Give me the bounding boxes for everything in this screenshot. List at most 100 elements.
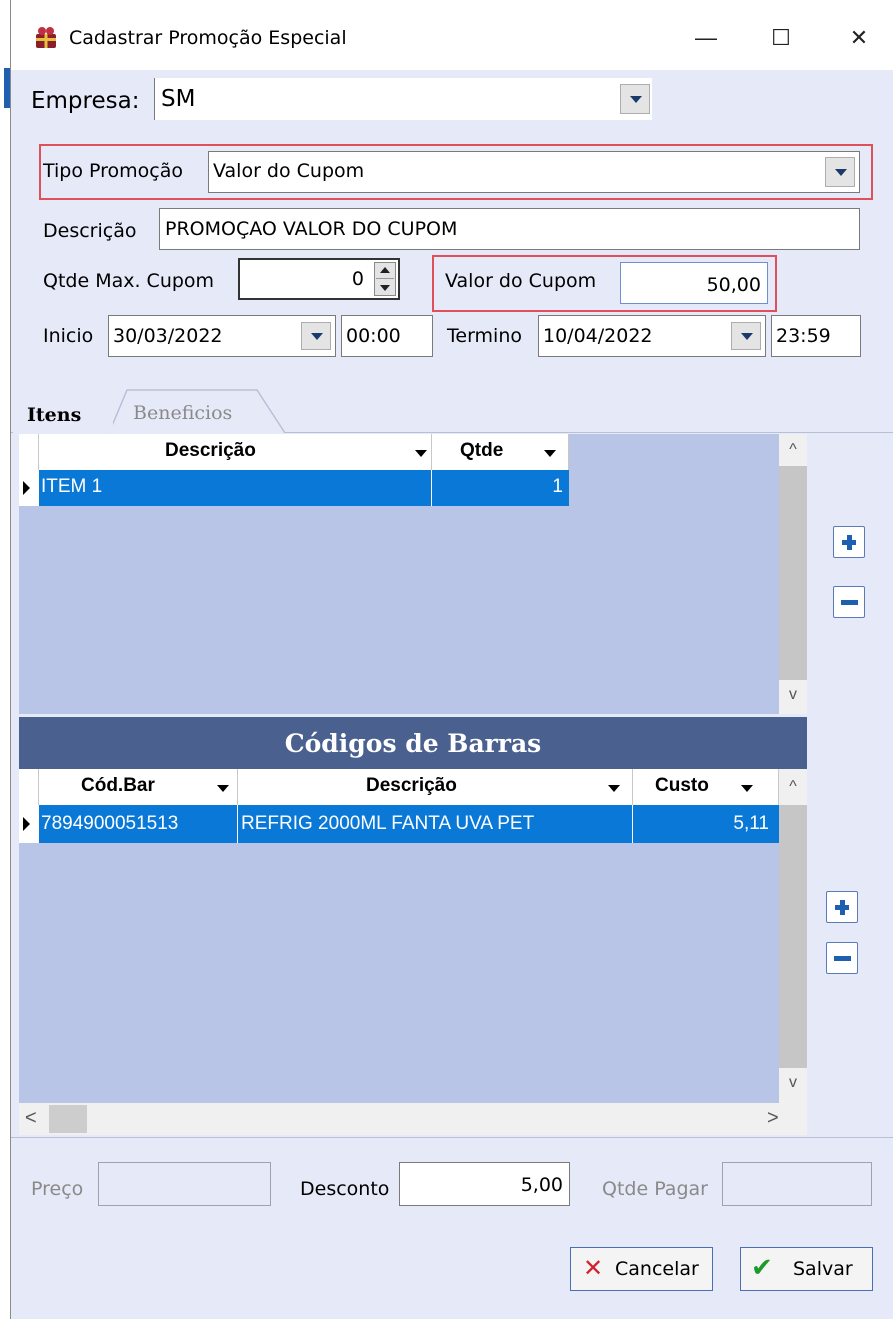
desconto-input[interactable]: 5,00	[399, 1162, 570, 1206]
footer-divider	[11, 1137, 893, 1138]
table-row[interactable]: ITEM 1 1	[39, 470, 569, 506]
current-row-icon	[23, 817, 30, 831]
tab-beneficios-label: Beneficios	[133, 402, 233, 424]
plus-icon-vertical	[846, 535, 852, 550]
spin-up-icon[interactable]	[380, 267, 390, 273]
tipo-dropdown-icon[interactable]	[825, 157, 855, 187]
scroll-left-icon[interactable]: <	[25, 1107, 37, 1130]
barcodes-header-indicator	[19, 769, 39, 805]
chevron-down-icon[interactable]	[415, 450, 427, 457]
save-button[interactable]: ✔ Salvar	[740, 1247, 873, 1291]
valor-value: 50,00	[706, 274, 761, 296]
background-window-edge	[0, 0, 10, 1319]
valor-input[interactable]: 50,00	[620, 262, 768, 304]
barcodes-scroll-down-icon[interactable]: v	[779, 1068, 807, 1103]
descricao-value: PROMOÇAO VALOR DO CUPOM	[165, 218, 458, 240]
spin-down-icon[interactable]	[380, 285, 390, 291]
barcodes-col-codbar-label: Cód.Bar	[81, 775, 155, 796]
barcodes-col-custo[interactable]: Custo	[633, 769, 779, 805]
title-bar: Cadastrar Promoção Especial — ☐ ✕	[11, 0, 893, 70]
qtde-max-value: 0	[351, 268, 364, 290]
barcodes-row-indicator	[19, 805, 39, 843]
termino-time-input[interactable]: 23:59	[771, 315, 861, 357]
barcodes-cell-custo: 5,11	[733, 813, 769, 834]
scroll-right-icon[interactable]: >	[767, 1107, 779, 1130]
barcodes-cell-descricao: REFRIG 2000ML FANTA UVA PET	[241, 813, 535, 834]
barcodes-horizontal-scrollbar[interactable]: < >	[19, 1103, 807, 1135]
desconto-label: Desconto	[300, 1178, 390, 1200]
tipo-value: Valor do Cupom	[213, 160, 365, 182]
tipo-label: Tipo Promoção	[43, 160, 184, 182]
descricao-label: Descrição	[43, 220, 137, 242]
inicio-time-value: 00:00	[346, 325, 401, 347]
desconto-value: 5,00	[520, 1174, 563, 1196]
close-button[interactable]: ✕	[829, 18, 889, 58]
termino-calendar-dropdown-icon[interactable]	[731, 322, 761, 350]
chevron-down-icon[interactable]	[217, 785, 229, 792]
termino-date-input[interactable]: 10/04/2022	[538, 315, 766, 357]
qtde-pagar-label: Qtde Pagar	[602, 1178, 708, 1200]
barcodes-cell-codbar: 7894900051513	[41, 813, 179, 834]
empresa-label: Empresa:	[31, 88, 140, 114]
termino-time-value: 23:59	[776, 325, 831, 347]
qtde-max-input[interactable]: 0	[238, 258, 400, 300]
items-cell-descricao: ITEM 1	[41, 476, 103, 497]
current-row-icon	[23, 481, 30, 495]
horizontal-scroll-thumb[interactable]	[49, 1105, 87, 1133]
minus-icon	[834, 956, 851, 961]
items-col-descricao[interactable]: Descrição	[39, 434, 432, 470]
table-row[interactable]: 7894900051513 REFRIG 2000ML FANTA UVA PE…	[39, 805, 779, 843]
items-row-indicator	[19, 470, 39, 506]
descricao-input[interactable]: PROMOÇAO VALOR DO CUPOM	[159, 208, 860, 250]
tab-itens-label: Itens	[27, 404, 82, 426]
empresa-select[interactable]: SM	[154, 78, 652, 120]
items-scroll-up-icon[interactable]: ^	[779, 434, 807, 466]
barcodes-vertical-scrollbar[interactable]	[779, 769, 807, 1103]
barcodes-col-descricao[interactable]: Descrição	[238, 769, 633, 805]
cancel-button[interactable]: ✕ Cancelar	[570, 1247, 713, 1291]
app-icon	[36, 27, 56, 48]
items-vertical-scrollbar[interactable]	[779, 434, 807, 714]
items-col-qtde-label: Qtde	[460, 440, 504, 461]
remove-item-button[interactable]	[833, 586, 865, 618]
window-title: Cadastrar Promoção Especial	[69, 27, 347, 49]
termino-date-value: 10/04/2022	[543, 325, 653, 347]
inicio-date-input[interactable]: 30/03/2022	[108, 315, 336, 357]
items-col-descricao-label: Descrição	[165, 440, 256, 461]
tab-itens[interactable]: Itens	[13, 392, 113, 433]
inicio-calendar-dropdown-icon[interactable]	[301, 322, 331, 350]
termino-label: Termino	[447, 325, 522, 347]
cell-divider	[237, 805, 238, 843]
save-button-label: Salvar	[793, 1258, 853, 1280]
empresa-value: SM	[161, 86, 196, 112]
items-cell-qtde: 1	[552, 476, 563, 497]
inicio-time-input[interactable]: 00:00	[341, 315, 433, 357]
checkmark-icon: ✔	[751, 1253, 773, 1283]
plus-icon-vertical	[839, 900, 845, 915]
remove-barcode-button[interactable]	[826, 942, 858, 974]
inicio-date-value: 30/03/2022	[113, 325, 223, 347]
inicio-label: Inicio	[43, 325, 94, 347]
barcodes-scroll-up-icon[interactable]: ^	[779, 769, 807, 805]
qtde-spin-buttons[interactable]	[374, 262, 396, 296]
barcodes-header-band: Códigos de Barras	[19, 717, 807, 769]
close-icon: ✕	[583, 1254, 604, 1282]
minus-icon	[841, 600, 858, 605]
items-col-qtde[interactable]: Qtde	[432, 434, 569, 470]
maximize-button[interactable]: ☐	[751, 18, 811, 58]
tipo-select[interactable]: Valor do Cupom	[208, 151, 860, 193]
tab-beneficios[interactable]: Beneficios	[129, 400, 259, 428]
chevron-down-icon[interactable]	[608, 785, 620, 792]
items-scroll-down-icon[interactable]: v	[779, 680, 807, 714]
cell-divider	[632, 805, 633, 843]
dialog-window: Cadastrar Promoção Especial — ☐ ✕ Empres…	[10, 0, 893, 1319]
chevron-down-icon[interactable]	[544, 450, 556, 457]
cell-divider	[431, 470, 432, 506]
add-barcode-button[interactable]	[826, 891, 858, 923]
chevron-down-icon[interactable]	[741, 785, 753, 792]
add-item-button[interactable]	[833, 526, 865, 558]
empresa-dropdown-icon[interactable]	[620, 84, 650, 114]
barcodes-col-codbar[interactable]: Cód.Bar	[39, 769, 238, 805]
cancel-button-label: Cancelar	[615, 1258, 699, 1280]
minimize-button[interactable]: —	[676, 18, 736, 58]
